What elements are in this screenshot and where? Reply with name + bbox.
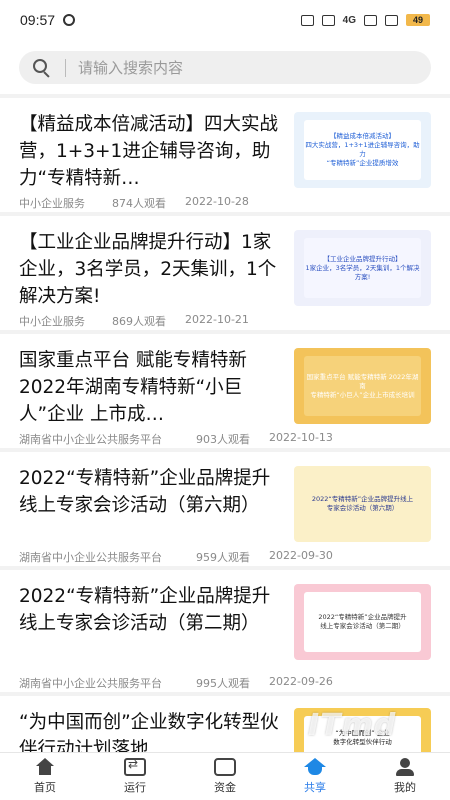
watermark-logo: ITmd xyxy=(308,708,397,743)
article-title[interactable]: 【精益成本倍减活动】四大实战营，1+3+1进企辅导咨询，助力“专精特新… xyxy=(19,111,287,192)
tab-label: 首页 xyxy=(34,781,56,794)
search-input[interactable] xyxy=(78,58,378,77)
status-bar: 09:57 4G 49 xyxy=(0,0,450,40)
article-title[interactable]: 【工业企业品牌提升行动】1家企业，3名学员，2天集训，1个解决方案! xyxy=(19,229,287,310)
share-icon xyxy=(304,758,326,776)
thumbnail-text: 国家重点平台 赋能专精特新 2022年湖南 xyxy=(306,372,419,390)
article-source: 湖南省中小企业公共服务平台 xyxy=(19,677,162,690)
status-icons: 4G 49 xyxy=(300,14,430,26)
tab-label: 运行 xyxy=(124,781,146,794)
article-views: 903人观看 xyxy=(196,433,250,446)
profile-icon xyxy=(394,758,416,776)
article-meta: 湖南省中小企业公共服务平台 959人观看 2022-09-30 xyxy=(19,549,333,565)
article-title[interactable]: 2022“专精特新”企业品牌提升线上专家会诊活动（第六期） xyxy=(19,465,287,519)
run-icon xyxy=(124,757,146,776)
article-card[interactable]: 2022“专精特新”企业品牌提升线上专家会诊活动（第二期） 湖南省中小企业公共服务… xyxy=(0,570,450,692)
alarm-icon xyxy=(300,14,314,26)
battery-icon: 49 xyxy=(406,14,430,26)
thumbnail-text: 【精益成本倍减活动】 xyxy=(330,132,395,140)
thumbnail-text: 四大实战营，1+3+1进企辅导咨询，助力 xyxy=(305,141,420,158)
tab-label: 资金 xyxy=(214,781,236,794)
network-label: 4G xyxy=(342,14,356,26)
thumbnail-text: 专家会诊活动（第六期） xyxy=(326,504,399,512)
tab-label: 共享 xyxy=(304,781,326,794)
thumbnail-text: 专精特新“小巨人”企业上市成长培训 xyxy=(310,390,415,399)
search-icon[interactable] xyxy=(33,58,51,78)
article-source: 湖南省中小企业公共服务平台 xyxy=(19,551,162,564)
article-thumbnail[interactable]: 【精益成本倍减活动】 四大实战营，1+3+1进企辅导咨询，助力 “专精特新”企业提质… xyxy=(294,112,431,188)
thumbnail-text: 1家企业，3名学员，2天集训，1个解决方案! xyxy=(305,263,420,281)
article-title[interactable]: 2022“专精特新”企业品牌提升线上专家会诊活动（第二期） xyxy=(19,583,287,637)
article-card[interactable]: 【工业企业品牌提升行动】1家企业，3名学员，2天集训，1个解决方案! 中小企业服务… xyxy=(0,216,450,330)
article-views: 869人观看 xyxy=(112,315,166,328)
article-thumbnail[interactable]: 2022“专精特新”企业品牌提升线上 专家会诊活动（第六期） xyxy=(294,466,431,542)
signal-icon xyxy=(364,14,377,26)
bottom-tab-bar: 首页 运行 资金 共享 我的 xyxy=(0,752,450,800)
article-source: 中小企业服务 xyxy=(19,315,85,328)
search-header xyxy=(0,40,450,94)
thumbnail-text: “专精特新”企业提质增效 xyxy=(326,159,399,167)
tab-label: 我的 xyxy=(394,781,416,794)
article-thumbnail[interactable]: 2022“专精特新”企业品牌提升 线上专家会诊活动（第二期） xyxy=(294,584,431,660)
tab-share[interactable]: 共享 xyxy=(270,753,360,800)
wifi-icon xyxy=(385,14,398,26)
thumbnail-text: 2022“专精特新”企业品牌提升 xyxy=(318,613,407,621)
home-icon xyxy=(34,758,56,776)
search-divider xyxy=(65,58,66,77)
article-source: 中小企业服务 xyxy=(19,197,85,210)
thumbnail-text: 【工业企业品牌提升行动】 xyxy=(323,254,402,263)
article-thumbnail[interactable]: 【工业企业品牌提升行动】 1家企业，3名学员，2天集训，1个解决方案! xyxy=(294,230,431,306)
article-card[interactable]: 【精益成本倍减活动】四大实战营，1+3+1进企辅导咨询，助力“专精特新… 中小企业… xyxy=(0,98,450,212)
article-meta: 湖南省中小企业公共服务平台 903人观看 2022-10-13 xyxy=(19,431,333,447)
article-card[interactable]: 国家重点平台 赋能专精特新 2022年湖南专精特新“小巨人”企业 上市成… 湖南省… xyxy=(0,334,450,448)
article-title[interactable]: 国家重点平台 赋能专精特新 2022年湖南专精特新“小巨人”企业 上市成… xyxy=(19,347,287,428)
article-views: 995人观看 xyxy=(196,677,250,690)
thumbnail-panel: 国家重点平台 赋能专精特新 2022年湖南 专精特新“小巨人”企业上市成长培训 xyxy=(304,356,421,416)
money-icon xyxy=(214,758,236,776)
article-meta: 中小企业服务 874人观看 2022-10-28 xyxy=(19,195,249,211)
article-views: 959人观看 xyxy=(196,551,250,564)
thumbnail-text: 线上专家会诊活动（第二期） xyxy=(320,622,405,630)
tab-money[interactable]: 资金 xyxy=(180,753,270,800)
mute-icon xyxy=(321,14,335,26)
tab-home[interactable]: 首页 xyxy=(0,753,90,800)
thumbnail-panel: 2022“专精特新”企业品牌提升 线上专家会诊活动（第二期） xyxy=(304,592,421,652)
article-date: 2022-10-13 xyxy=(269,431,333,444)
article-date: 2022-09-30 xyxy=(269,549,333,562)
search-bar[interactable] xyxy=(19,51,431,84)
article-thumbnail[interactable]: 国家重点平台 赋能专精特新 2022年湖南 专精特新“小巨人”企业上市成长培训 xyxy=(294,348,431,424)
tab-profile[interactable]: 我的 xyxy=(360,753,450,800)
thumbnail-panel: 【精益成本倍减活动】 四大实战营，1+3+1进企辅导咨询，助力 “专精特新”企业提质… xyxy=(304,120,421,180)
thumbnail-panel: 2022“专精特新”企业品牌提升线上 专家会诊活动（第六期） xyxy=(304,474,421,534)
article-card[interactable]: 2022“专精特新”企业品牌提升线上专家会诊活动（第六期） 湖南省中小企业公共服务… xyxy=(0,452,450,566)
article-source: 湖南省中小企业公共服务平台 xyxy=(19,433,162,446)
notification-icon xyxy=(63,14,76,26)
article-meta: 中小企业服务 869人观看 2022-10-21 xyxy=(19,313,249,329)
article-date: 2022-09-26 xyxy=(269,675,333,688)
thumbnail-text: 2022“专精特新”企业品牌提升线上 xyxy=(311,495,414,503)
tab-run[interactable]: 运行 xyxy=(90,753,180,800)
status-time: 09:57 xyxy=(20,12,56,28)
article-date: 2022-10-21 xyxy=(185,313,249,326)
thumbnail-panel: 【工业企业品牌提升行动】 1家企业，3名学员，2天集训，1个解决方案! xyxy=(304,238,421,298)
article-views: 874人观看 xyxy=(112,197,166,210)
article-date: 2022-10-28 xyxy=(185,195,249,208)
article-meta: 湖南省中小企业公共服务平台 995人观看 2022-09-26 xyxy=(19,675,333,691)
